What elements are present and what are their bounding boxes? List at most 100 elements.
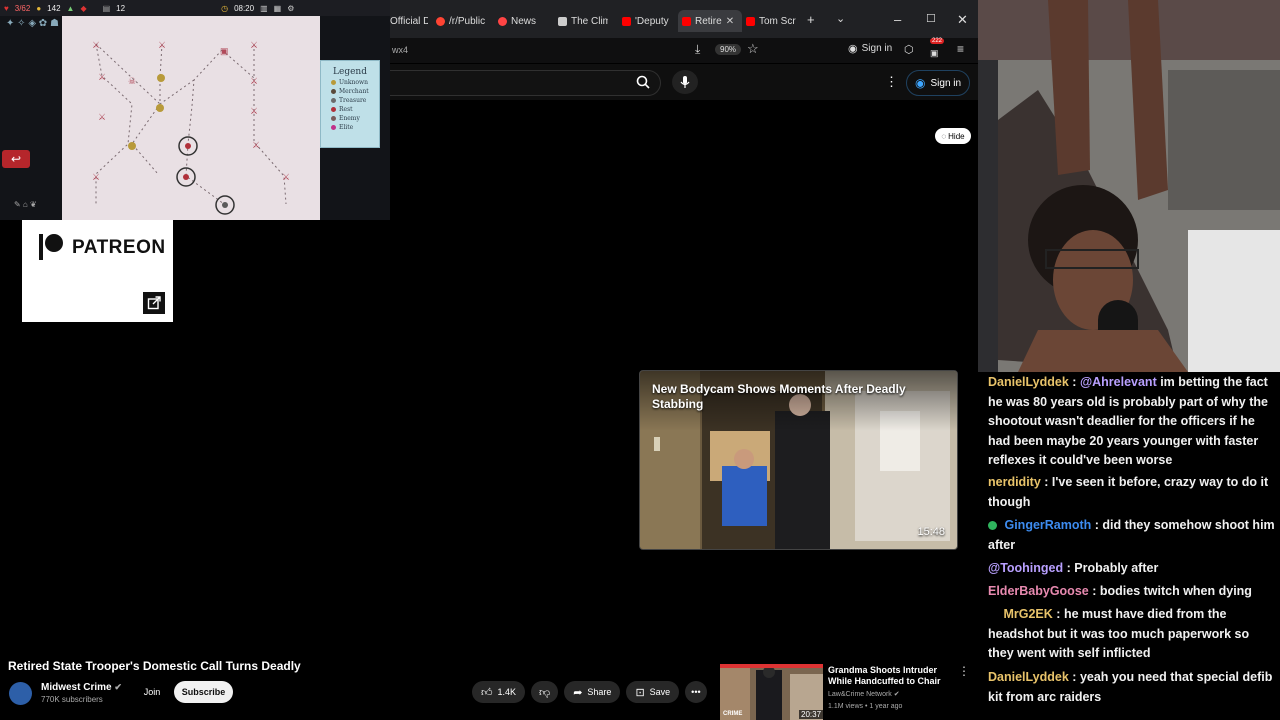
maximize-icon[interactable]: ☐ [926, 12, 936, 25]
legend-label: Elite [339, 124, 354, 131]
close-tab-icon[interactable]: ✕ [726, 16, 734, 27]
recommended-more-icon[interactable]: ⋮ [958, 664, 970, 678]
tab-label: Retire [695, 15, 722, 27]
eye-off-icon: ◌ [941, 131, 947, 141]
tab-deputy[interactable]: 'Deputy [622, 10, 672, 32]
rec-thumb-text: CRIME [723, 711, 743, 717]
chat-mention[interactable]: @Ahrelevant [1080, 375, 1157, 389]
chat-username[interactable]: @Toohinged [988, 561, 1063, 575]
tab-label: The Clim [571, 15, 608, 27]
recommended-channel[interactable]: Law&Crime Network ✔ [828, 690, 900, 698]
gold-icon: ● [36, 3, 42, 13]
elite-icon [331, 125, 336, 130]
rest-icon [331, 107, 336, 112]
chat-username[interactable]: MrG2EK [1003, 607, 1052, 621]
wikipedia-icon [558, 16, 567, 26]
subscribe-button[interactable]: Subscribe [174, 681, 233, 703]
zoom-level[interactable]: 90% [715, 44, 742, 55]
bookmark-star-icon[interactable]: ☆ [747, 41, 759, 57]
channel-name[interactable]: Midwest Crime ✔ [41, 682, 122, 693]
svg-text:⚔: ⚔ [158, 40, 166, 50]
reddit-icon [436, 16, 445, 26]
tab-list-chevron-icon[interactable]: ⌄ [836, 12, 845, 25]
microphone-icon[interactable] [672, 70, 698, 94]
recommended-channel-label: Law&Crime Network [828, 691, 892, 698]
more-horizontal-icon: ••• [691, 687, 701, 697]
chat-message: ElderBabyGoose : bodies twitch when dyin… [988, 582, 1278, 602]
tab-retired-active[interactable]: Retire ✕ [678, 10, 742, 32]
video-title: Retired State Trooper's Domestic Call Tu… [8, 659, 301, 673]
stream-chat: DanielLyddek : @Ahrelevant im betting th… [978, 372, 1280, 720]
chat-username[interactable]: DanielLyddek [988, 375, 1069, 389]
new-tab-icon[interactable]: + [807, 12, 815, 27]
address-bar[interactable]: wx4 ⤓ 90% ☆ ◉ Sign in ⬡ 222 ▣ ≡ [390, 38, 978, 63]
browser-sign-in[interactable]: ◉ Sign in [848, 42, 892, 55]
youtube-sign-in-label: Sign in [930, 77, 962, 89]
channel-avatar[interactable] [9, 682, 32, 705]
legend-label: Merchant [339, 88, 369, 95]
tab-news[interactable]: News [498, 10, 546, 32]
youtube-sign-in-button[interactable]: ◉ Sign in [906, 70, 971, 96]
minimize-icon[interactable]: – [894, 12, 901, 27]
svg-text:☠: ☠ [128, 76, 136, 86]
verified-icon: ✔ [114, 682, 122, 692]
extension-badge: 222 [930, 38, 945, 44]
chat-username[interactable]: ElderBabyGoose [988, 584, 1089, 598]
search-input[interactable] [390, 70, 661, 96]
legend-item: Elite [331, 124, 379, 131]
patreon-widget[interactable]: PATREON [22, 220, 173, 322]
chat-separator: : [1056, 607, 1064, 621]
tab-reddit[interactable]: /r/Public [436, 10, 492, 32]
external-link-icon[interactable] [143, 292, 165, 314]
join-button[interactable]: Join [138, 681, 166, 703]
verified-badge-icon [988, 521, 997, 531]
hud-floor: 12 [116, 3, 126, 13]
tab-wikipedia[interactable]: The Clim [558, 10, 608, 32]
settings-gear-icon[interactable]: ⚙ [287, 4, 294, 13]
more-actions-button[interactable]: ••• [685, 681, 707, 703]
relic-icons[interactable]: ✦ ✧ ◈ ✿ ☗ [6, 18, 59, 29]
chat-username[interactable]: DanielLyddek [988, 670, 1069, 684]
hud-time: 08:20 [234, 3, 255, 13]
tab-tom-scott[interactable]: Tom Scr [746, 10, 796, 32]
chat-username[interactable]: nerdidity [988, 475, 1041, 489]
search-icon[interactable] [626, 70, 660, 94]
hide-label: Hide [948, 131, 965, 141]
map-icon[interactable]: ▥ [260, 4, 268, 13]
patreon-label: PATREON [72, 237, 166, 258]
like-button[interactable]: 👍︎ 1.4K [472, 681, 526, 703]
svg-text:⚔: ⚔ [98, 72, 106, 82]
potion-slot-icons[interactable]: ✎ ⌂ ❦ [14, 200, 37, 209]
recommended-duration: 20:37 [799, 710, 824, 719]
url-text[interactable]: wx4 [392, 45, 408, 55]
clock-icon: ◷ [221, 3, 229, 13]
dislike-button[interactable]: 👎︎ [531, 681, 559, 703]
legend-label: Unknown [339, 79, 369, 86]
share-button[interactable]: ➦ Share [564, 681, 621, 703]
save-button[interactable]: ⊡ Save [626, 681, 680, 703]
chat-message: @Toohinged : Probably after [988, 559, 1278, 579]
account-circle-icon: ◉ [915, 76, 926, 90]
deck-icon[interactable]: ▦ [274, 4, 282, 13]
tab-official[interactable]: Official D [390, 10, 428, 32]
download-icon[interactable]: ⤓ [695, 42, 700, 57]
back-arrow-icon[interactable]: ↩ [2, 150, 30, 168]
chat-text: Probably after [1074, 561, 1159, 575]
tab-label: /r/Public [449, 15, 486, 27]
more-options-icon[interactable]: ⋮ [885, 74, 898, 90]
extensions-icon[interactable]: ⬡ [904, 43, 914, 56]
chat-text: bodies twitch when dying [1099, 584, 1252, 598]
hide-button[interactable]: ◌ Hide [935, 128, 971, 144]
close-window-icon[interactable]: ✕ [957, 12, 968, 28]
potion-icon: ▲ [66, 3, 75, 13]
chat-separator: : [1044, 475, 1052, 489]
video-end-card[interactable]: New Bodycam Shows Moments After Deadly S… [639, 370, 958, 550]
treasure-icon [331, 98, 336, 103]
chat-username[interactable]: GingerRamoth [1004, 518, 1091, 532]
browser-menu-icon[interactable]: ≡ [957, 42, 964, 56]
share-arrow-icon: ➦ [573, 686, 583, 699]
recommended-title[interactable]: Grandma Shoots Intruder While Handcuffed… [828, 665, 956, 687]
verified-icon: ✔ [893, 691, 900, 698]
extension-shield-icon[interactable]: ▣ [930, 48, 939, 59]
video-actions: 👍︎ 1.4K 👎︎ ➦ Share ⊡ Save ••• [472, 681, 707, 703]
